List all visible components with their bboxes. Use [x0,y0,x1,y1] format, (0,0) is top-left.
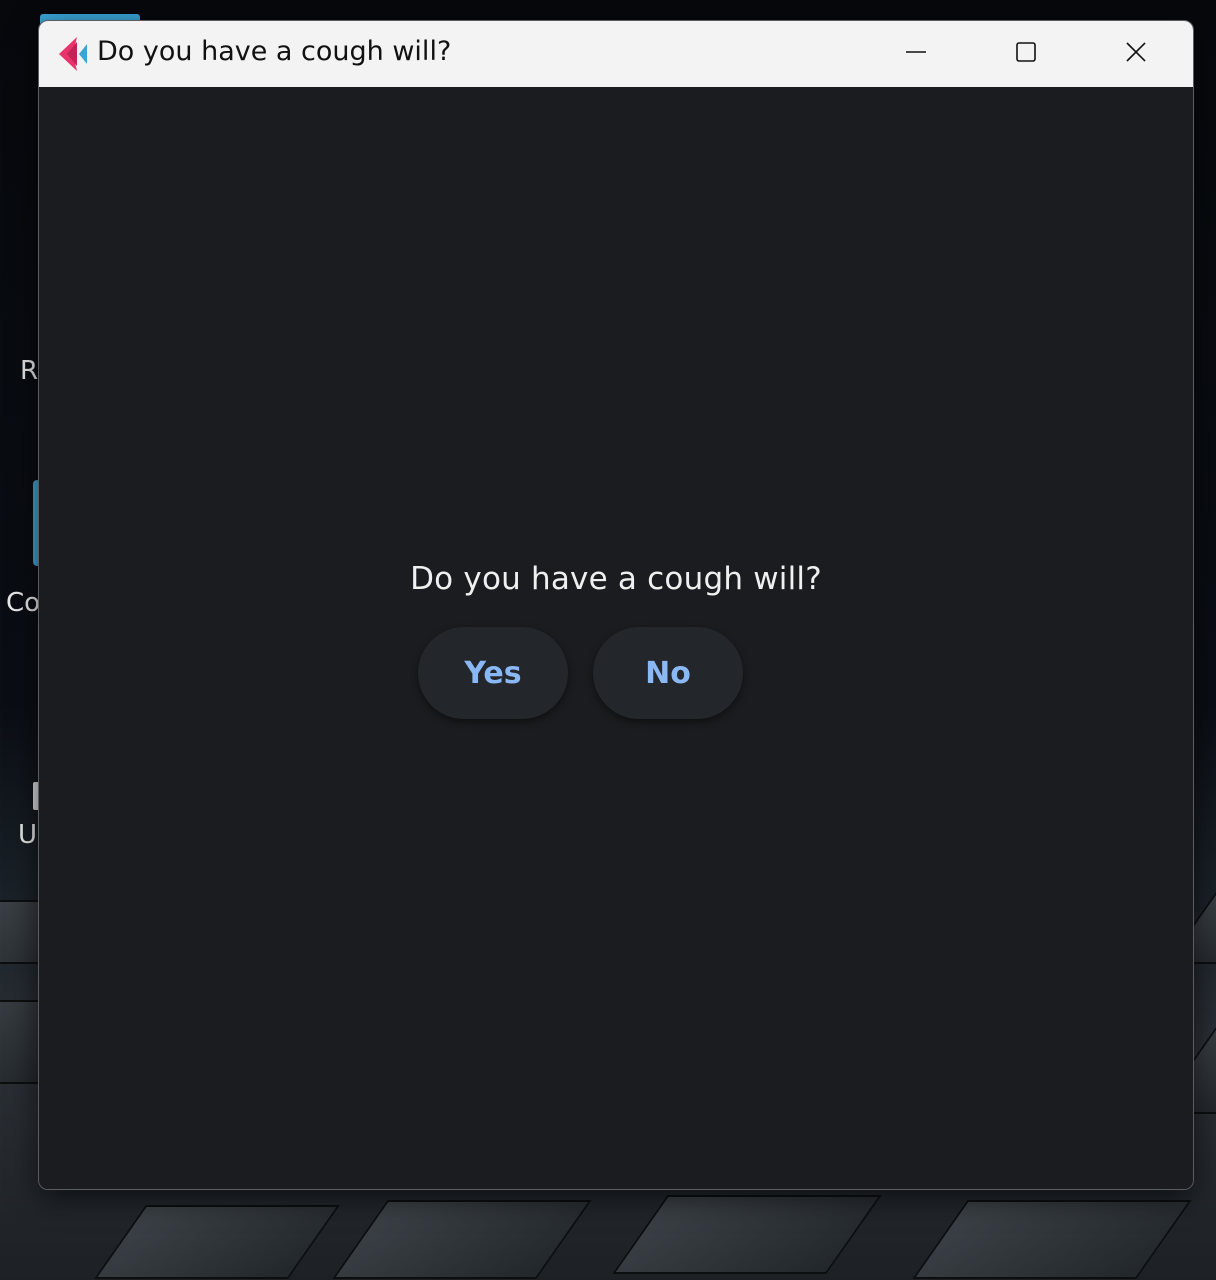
desktop-icon-label[interactable]: R [20,356,38,386]
minimize-button[interactable] [861,21,971,87]
window-title: Do you have a cough will? [97,36,452,67]
app-logo-icon [57,36,91,72]
close-icon [1125,41,1147,67]
yes-button[interactable]: Yes [418,627,568,719]
minimize-icon [905,41,927,67]
desktop-icon-label[interactable]: Co [6,588,40,618]
no-button[interactable]: No [593,627,743,719]
maximize-icon [1015,41,1037,67]
desktop-wallpaper-tile [912,1200,1192,1279]
close-button[interactable] [1081,21,1191,87]
desktop-wallpaper-tile [332,1200,592,1279]
desktop-icon-label[interactable]: U [18,820,37,850]
title-bar[interactable]: Do you have a cough will? [39,21,1193,87]
desktop-wallpaper-tile [94,1205,340,1279]
maximize-button[interactable] [971,21,1081,87]
question-text: Do you have a cough will? [410,561,822,597]
desktop-wallpaper-tile [612,1195,882,1274]
dialog-window: Do you have a cough will? Do you have a … [38,20,1194,1190]
dialog-content: Do you have a cough will? Yes No [39,87,1193,1189]
